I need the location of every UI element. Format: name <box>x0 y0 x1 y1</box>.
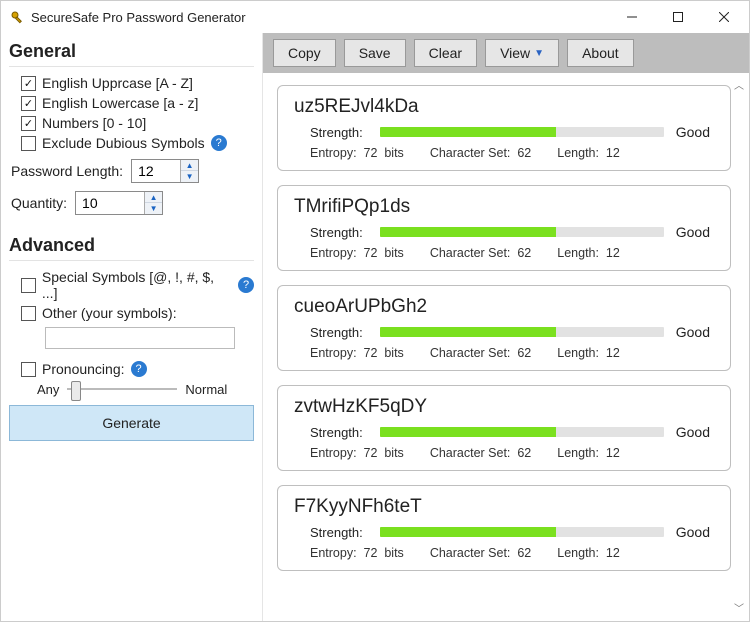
strength-label: Strength: <box>310 125 368 140</box>
pronouncing-label: Pronouncing: <box>42 361 125 377</box>
main-panel: Copy Save Clear View▼ About uz5REJvl4kDa… <box>263 33 749 621</box>
quantity-up-icon[interactable]: ▲ <box>145 192 162 203</box>
password-meta: Entropy: 72 bitsCharacter Set: 62Length:… <box>310 546 714 560</box>
password-text: zvtwHzKF5qDY <box>294 396 714 418</box>
strength-label: Strength: <box>310 525 368 540</box>
password-length-input[interactable] <box>132 160 180 182</box>
advanced-heading: Advanced <box>9 235 254 256</box>
special-symbols-label: Special Symbols [@, !, #, $, ...] <box>42 269 232 301</box>
about-button[interactable]: About <box>567 39 634 67</box>
window-title: SecureSafe Pro Password Generator <box>31 10 609 25</box>
length-up-icon[interactable]: ▲ <box>181 160 198 171</box>
other-symbols-label: Other (your symbols): <box>42 305 177 321</box>
length-down-icon[interactable]: ▼ <box>181 171 198 182</box>
password-card: F7KyyNFh6teT Strength: Good Entropy: 72 bit… <box>277 485 731 571</box>
clear-button[interactable]: Clear <box>414 39 477 67</box>
strength-rating: Good <box>676 424 710 440</box>
help-icon[interactable]: ? <box>238 277 254 293</box>
scroll-down-icon[interactable]: ﹀ <box>734 600 744 615</box>
strength-bar <box>380 527 664 537</box>
strength-bar <box>380 127 664 137</box>
password-meta: Entropy: 72 bitsCharacter Set: 62Length:… <box>310 446 714 460</box>
copy-button[interactable]: Copy <box>273 39 336 67</box>
exclude-label: Exclude Dubious Symbols <box>42 135 205 151</box>
exclude-checkbox[interactable] <box>21 136 36 151</box>
quantity-spinner[interactable]: ▲ ▼ <box>75 191 163 215</box>
special-symbols-checkbox[interactable] <box>21 278 36 293</box>
password-meta: Entropy: 72 bitsCharacter Set: 62Length:… <box>310 346 714 360</box>
password-text: cueoArUPbGh2 <box>294 296 714 318</box>
close-button[interactable] <box>701 1 747 33</box>
results-list[interactable]: uz5REJvl4kDa Strength: Good Entropy: 72 bit… <box>263 73 749 621</box>
other-symbols-input[interactable] <box>45 327 235 349</box>
password-length-label: Password Length: <box>11 163 123 179</box>
maximize-button[interactable] <box>655 1 701 33</box>
save-button[interactable]: Save <box>344 39 406 67</box>
lowercase-checkbox[interactable] <box>21 96 36 111</box>
view-dropdown[interactable]: View▼ <box>485 39 559 67</box>
password-card: cueoArUPbGh2 Strength: Good Entropy: 72 bit… <box>277 285 731 371</box>
strength-rating: Good <box>676 324 710 340</box>
lowercase-label: English Lowercase [a - z] <box>42 95 198 111</box>
app-window: SecureSafe Pro Password Generator Genera… <box>0 0 750 622</box>
password-meta: Entropy: 72 bitsCharacter Set: 62Length:… <box>310 246 714 260</box>
password-meta: Entropy: 72 bitsCharacter Set: 62Length:… <box>310 146 714 160</box>
scrollbar[interactable]: ︿ ﹀ <box>731 77 747 615</box>
uppercase-checkbox[interactable] <box>21 76 36 91</box>
strength-label: Strength: <box>310 425 368 440</box>
pronouncing-checkbox[interactable] <box>21 362 36 377</box>
password-text: uz5REJvl4kDa <box>294 96 714 118</box>
toolbar: Copy Save Clear View▼ About <box>263 33 749 73</box>
password-card: TMrifiPQp1ds Strength: Good Entropy: 72 bit… <box>277 185 731 271</box>
pronouncing-slider[interactable] <box>67 381 177 397</box>
password-text: TMrifiPQp1ds <box>294 196 714 218</box>
strength-bar <box>380 327 664 337</box>
strength-rating: Good <box>676 524 710 540</box>
slider-right-label: Normal <box>185 382 227 397</box>
divider <box>9 260 254 261</box>
minimize-button[interactable] <box>609 1 655 33</box>
quantity-input[interactable] <box>76 192 144 214</box>
quantity-label: Quantity: <box>11 195 67 211</box>
sidebar: General English Upprcase [A - Z] English… <box>1 33 263 621</box>
divider <box>9 66 254 67</box>
title-bar: SecureSafe Pro Password Generator <box>1 1 749 33</box>
other-symbols-checkbox[interactable] <box>21 306 36 321</box>
strength-label: Strength: <box>310 325 368 340</box>
numbers-checkbox[interactable] <box>21 116 36 131</box>
help-icon[interactable]: ? <box>131 361 147 377</box>
password-card: uz5REJvl4kDa Strength: Good Entropy: 72 bit… <box>277 85 731 171</box>
slider-left-label: Any <box>37 382 59 397</box>
strength-bar <box>380 427 664 437</box>
quantity-down-icon[interactable]: ▼ <box>145 203 162 214</box>
numbers-label: Numbers [0 - 10] <box>42 115 146 131</box>
password-length-spinner[interactable]: ▲ ▼ <box>131 159 199 183</box>
help-icon[interactable]: ? <box>211 135 227 151</box>
scroll-up-icon[interactable]: ︿ <box>734 77 744 92</box>
general-heading: General <box>9 41 254 62</box>
chevron-down-icon: ▼ <box>534 48 544 59</box>
password-text: F7KyyNFh6teT <box>294 496 714 518</box>
strength-bar <box>380 227 664 237</box>
strength-rating: Good <box>676 224 710 240</box>
generate-button[interactable]: Generate <box>9 405 254 441</box>
uppercase-label: English Upprcase [A - Z] <box>42 75 193 91</box>
app-icon <box>9 9 25 25</box>
password-card: zvtwHzKF5qDY Strength: Good Entropy: 72 bit… <box>277 385 731 471</box>
window-controls <box>609 1 747 33</box>
strength-rating: Good <box>676 124 710 140</box>
strength-label: Strength: <box>310 225 368 240</box>
